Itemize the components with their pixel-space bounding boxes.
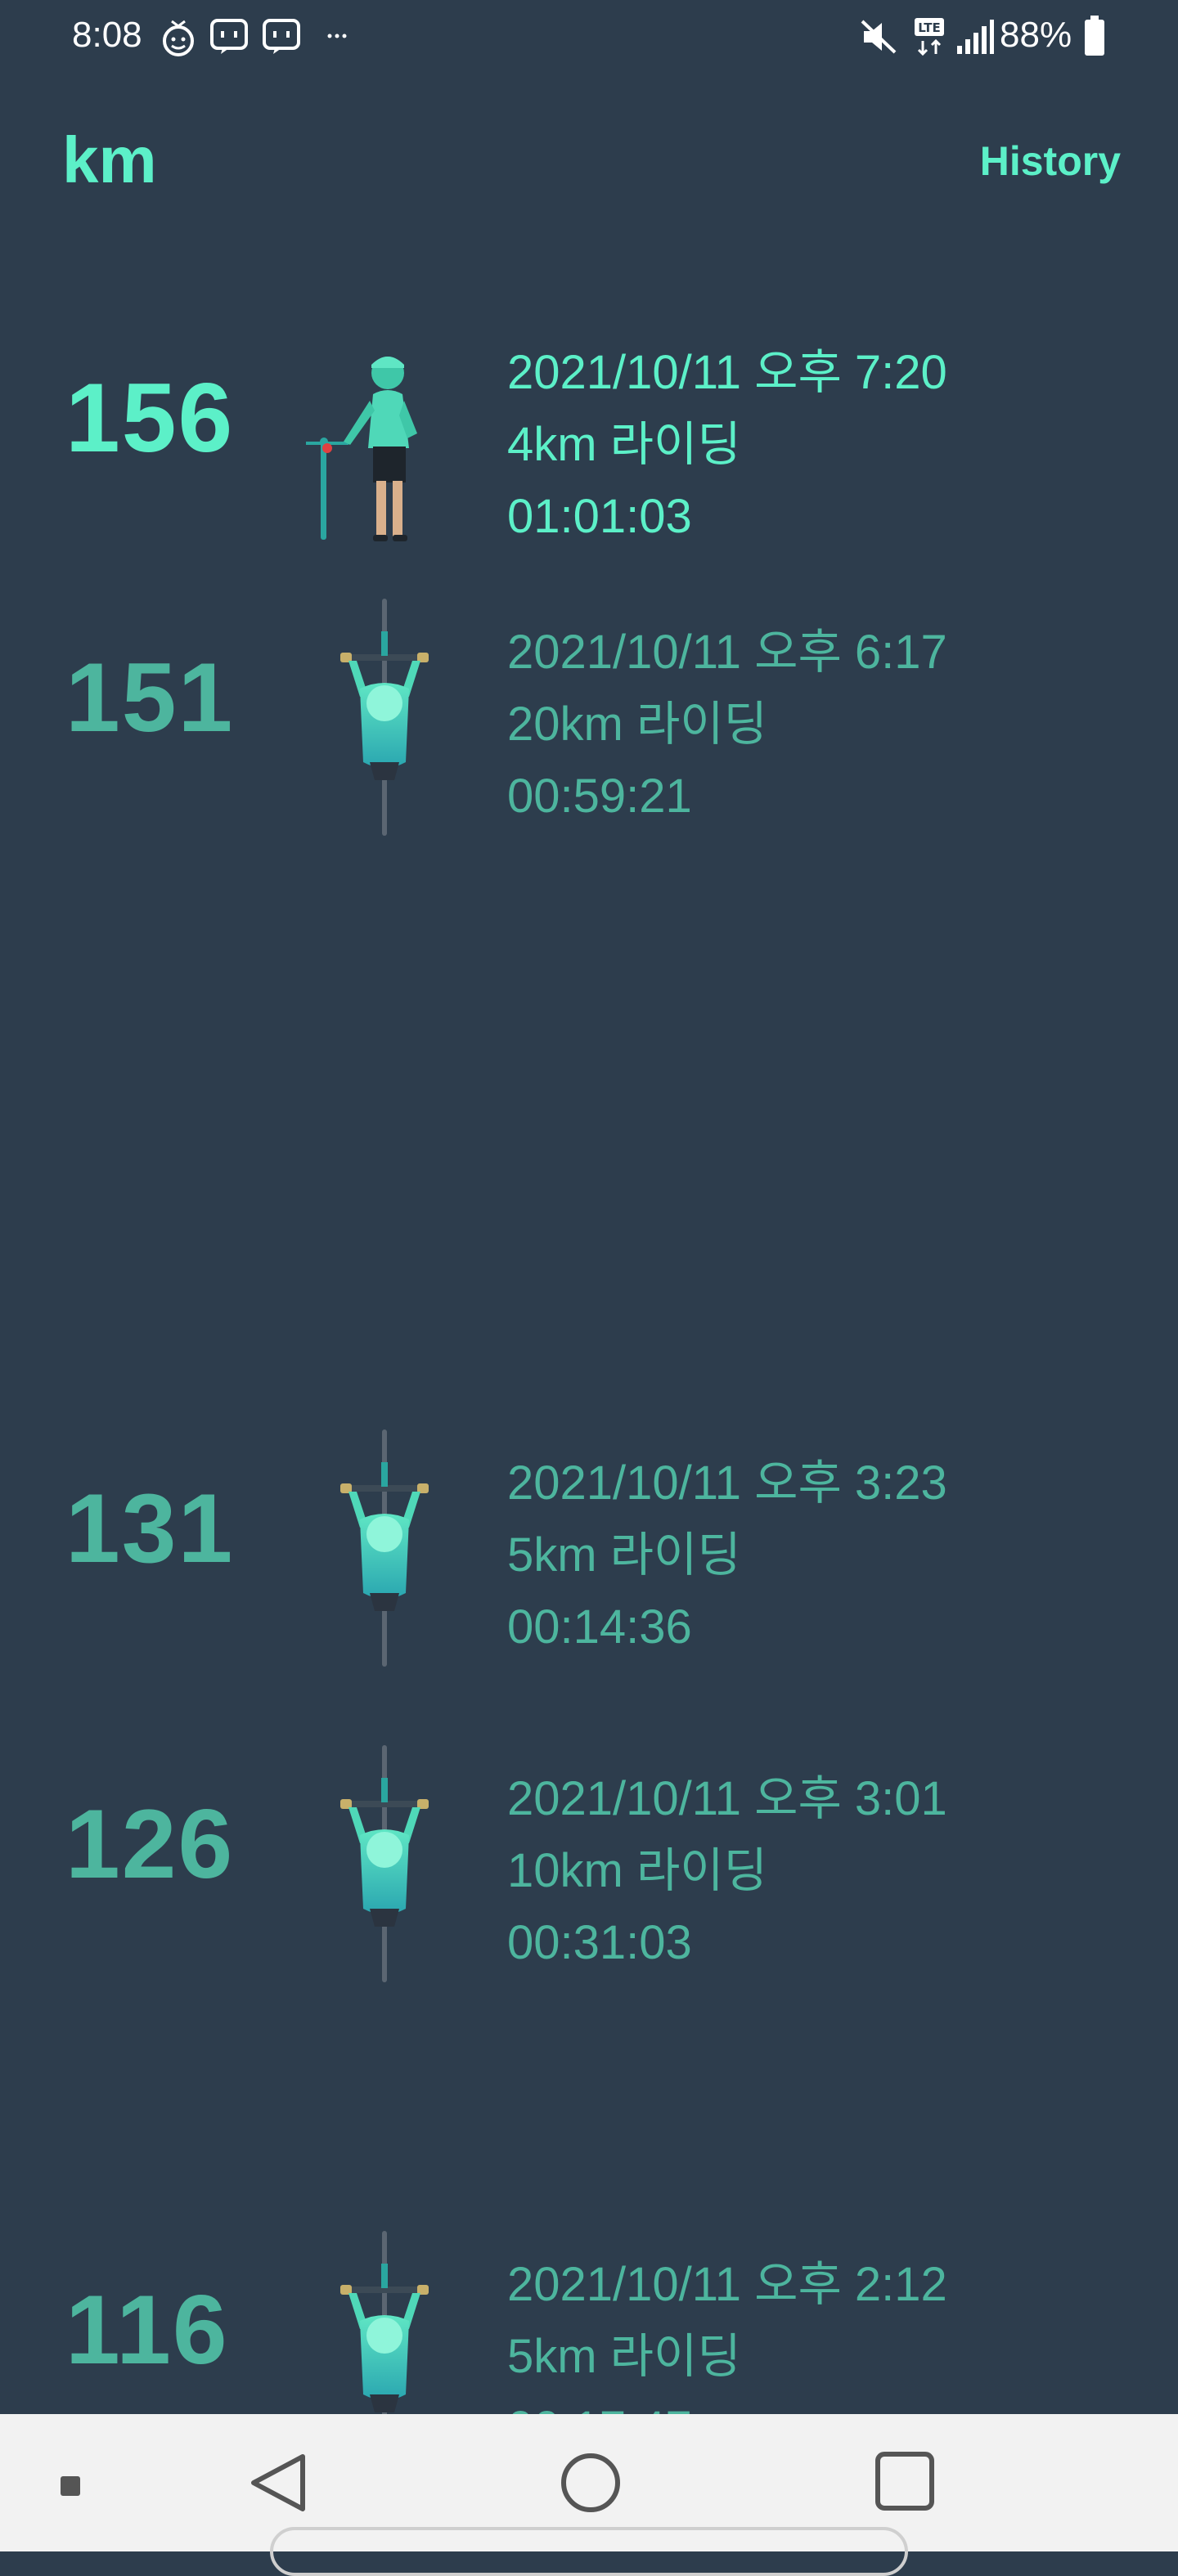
cyclist-topdown-icon — [340, 1429, 429, 1667]
ride-distance: 4km 라이딩 — [507, 418, 741, 471]
ride-datetime: 2021/10/11 오후 7:20 — [507, 346, 947, 399]
gesture-handle — [270, 2527, 908, 2576]
ride-info: 2021/10/11 오후 3:01 10km 라이딩 00:31:03 — [507, 1763, 947, 1979]
ride-entry[interactable]: 131 2021/10/11 오후 3:23 5km 라이딩 00:14:36 — [0, 1429, 1178, 1675]
page-title: km — [62, 123, 157, 196]
ride-entry[interactable]: 151 2021/10/11 오후 6:17 20km 라이딩 00:59:21 — [0, 599, 1178, 844]
system-nav-bar — [0, 2414, 1178, 2576]
lte-icon: LTE — [915, 18, 944, 56]
ride-entry[interactable]: 156 2021/10/11 오후 7:20 4km 라이딩 01:01:03 — [0, 319, 1178, 564]
back-icon[interactable] — [245, 2450, 311, 2515]
ride-duration: 01:01:03 — [507, 490, 692, 543]
chat-icon — [263, 19, 300, 54]
more-notifications-icon — [327, 34, 347, 38]
overview-icon[interactable] — [874, 2450, 936, 2512]
ride-total-km: 151 — [65, 643, 235, 752]
ride-datetime: 2021/10/11 오후 3:01 — [507, 1772, 947, 1825]
history-button[interactable]: History — [980, 137, 1121, 185]
ride-total-km: 131 — [65, 1474, 235, 1583]
ride-total-km: 156 — [65, 363, 235, 473]
ride-total-km: 126 — [65, 1789, 235, 1899]
ride-distance: 5km 라이딩 — [507, 1528, 741, 1582]
recents-dot-icon[interactable] — [59, 2475, 82, 2497]
cyclist-topdown-icon — [340, 1745, 429, 1982]
standing-cyclist-icon — [306, 357, 417, 541]
ride-duration: 00:31:03 — [507, 1916, 692, 1969]
ride-info: 2021/10/11 오후 7:20 4km 라이딩 01:01:03 — [507, 337, 947, 553]
battery-percent: 88% — [1000, 15, 1072, 55]
ride-entry[interactable]: 126 2021/10/11 오후 3:01 10km 라이딩 00:31:03 — [0, 1745, 1178, 1990]
ride-duration: 00:59:21 — [507, 770, 692, 823]
mute-icon — [861, 20, 897, 54]
ride-info: 2021/10/11 오후 6:17 20km 라이딩 00:59:21 — [507, 617, 947, 832]
ride-info: 2021/10/11 오후 3:23 5km 라이딩 00:14:36 — [507, 1447, 947, 1663]
svg-text:LTE: LTE — [918, 20, 941, 35]
ride-distance: 5km 라이딩 — [507, 2330, 741, 2383]
ride-duration: 00:14:36 — [507, 1600, 692, 1654]
signal-icon — [957, 20, 994, 54]
status-time: 8:08 — [72, 15, 142, 55]
status-bar: 8:08 LTE 88% — [0, 0, 1178, 79]
ride-distance: 10km 라이딩 — [507, 1844, 768, 1897]
character-notification-icon — [163, 20, 194, 56]
chat-icon — [210, 19, 248, 54]
home-icon[interactable] — [558, 2450, 623, 2515]
ride-datetime: 2021/10/11 오후 3:23 — [507, 1456, 947, 1510]
ride-total-km: 116 — [65, 2275, 229, 2385]
ride-datetime: 2021/10/11 오후 6:17 — [507, 626, 947, 679]
cyclist-topdown-icon — [340, 599, 429, 836]
battery-icon — [1085, 16, 1104, 56]
ride-datetime: 2021/10/11 오후 2:12 — [507, 2258, 947, 2311]
ride-distance: 20km 라이딩 — [507, 698, 768, 751]
